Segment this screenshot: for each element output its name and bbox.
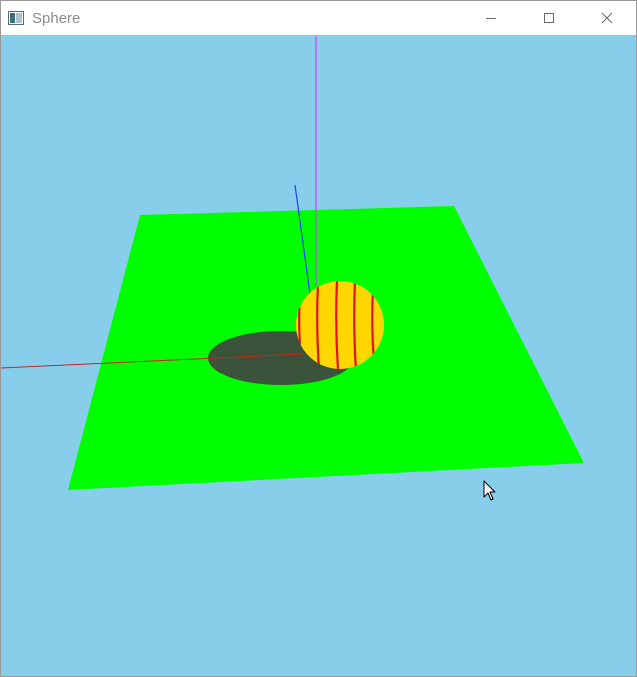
close-icon	[601, 12, 613, 24]
minimize-button[interactable]	[462, 1, 520, 35]
sphere-body	[296, 281, 384, 369]
scene-canvas[interactable]	[1, 36, 636, 676]
window-controls	[462, 1, 636, 35]
maximize-icon	[544, 13, 554, 23]
window-title: Sphere	[32, 9, 81, 27]
maximize-button[interactable]	[520, 1, 578, 35]
close-button[interactable]	[578, 1, 636, 35]
render-viewport[interactable]	[1, 36, 636, 676]
app-window-icon[interactable]	[8, 11, 24, 25]
title-bar[interactable]: Sphere	[1, 1, 636, 35]
app-window: Sphere	[0, 0, 637, 677]
minimize-icon	[486, 18, 496, 19]
